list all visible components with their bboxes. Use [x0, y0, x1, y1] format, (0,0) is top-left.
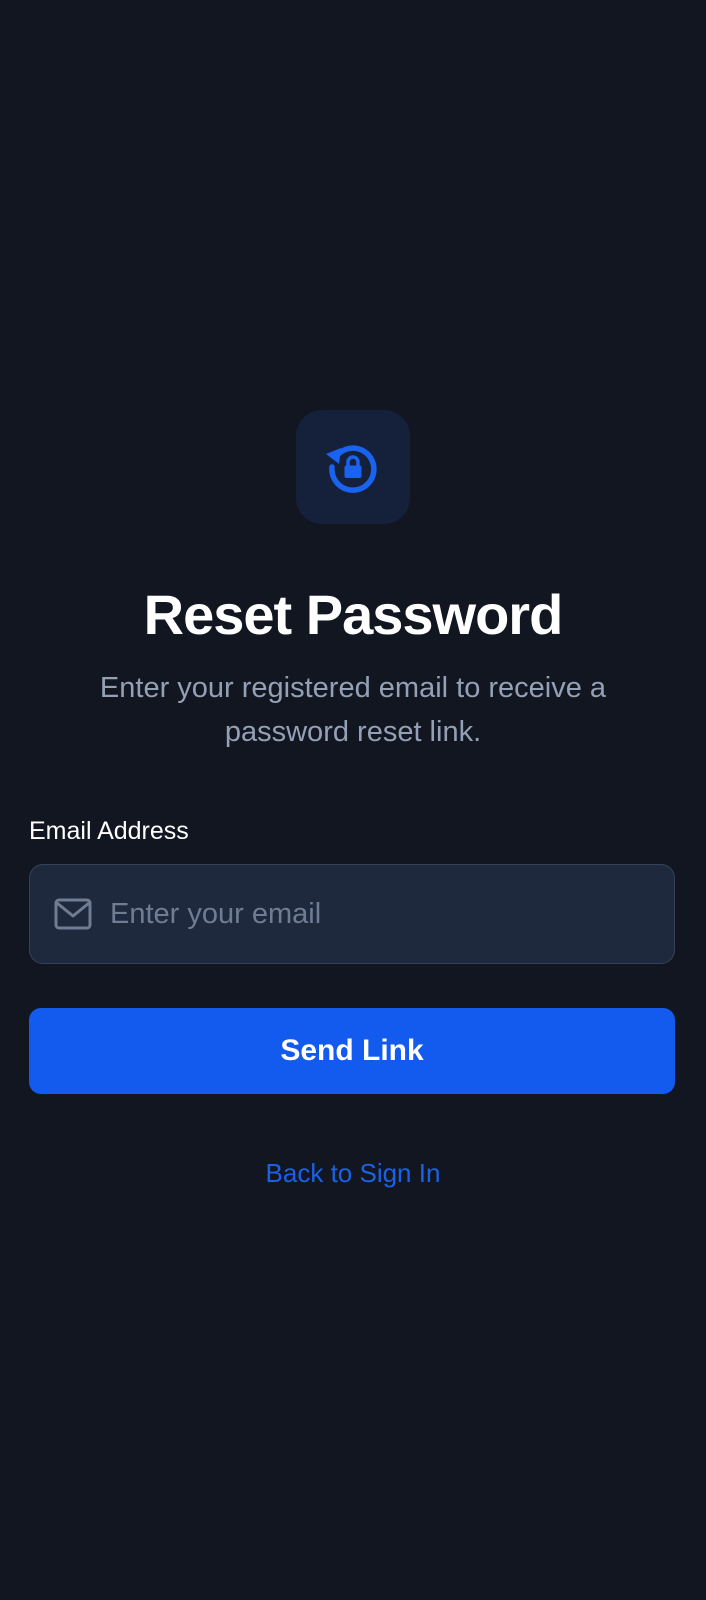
page-subtitle: Enter your registered email to receive a… [99, 672, 607, 748]
email-field[interactable] [29, 864, 675, 964]
send-link-button[interactable]: Send Link [29, 1008, 675, 1094]
lock-reset-icon [326, 445, 377, 493]
email-field-label: Email Address [29, 817, 189, 845]
back-to-sign-in-link[interactable]: Back to Sign In [0, 1156, 706, 1190]
page-title: Reset Password [143, 583, 564, 646]
mail-icon [54, 898, 92, 930]
lock-reset-icon-tile [296, 410, 410, 524]
reset-password-screen: Reset Password Enter your registered ema… [0, 0, 706, 1600]
email-input[interactable] [110, 865, 660, 963]
